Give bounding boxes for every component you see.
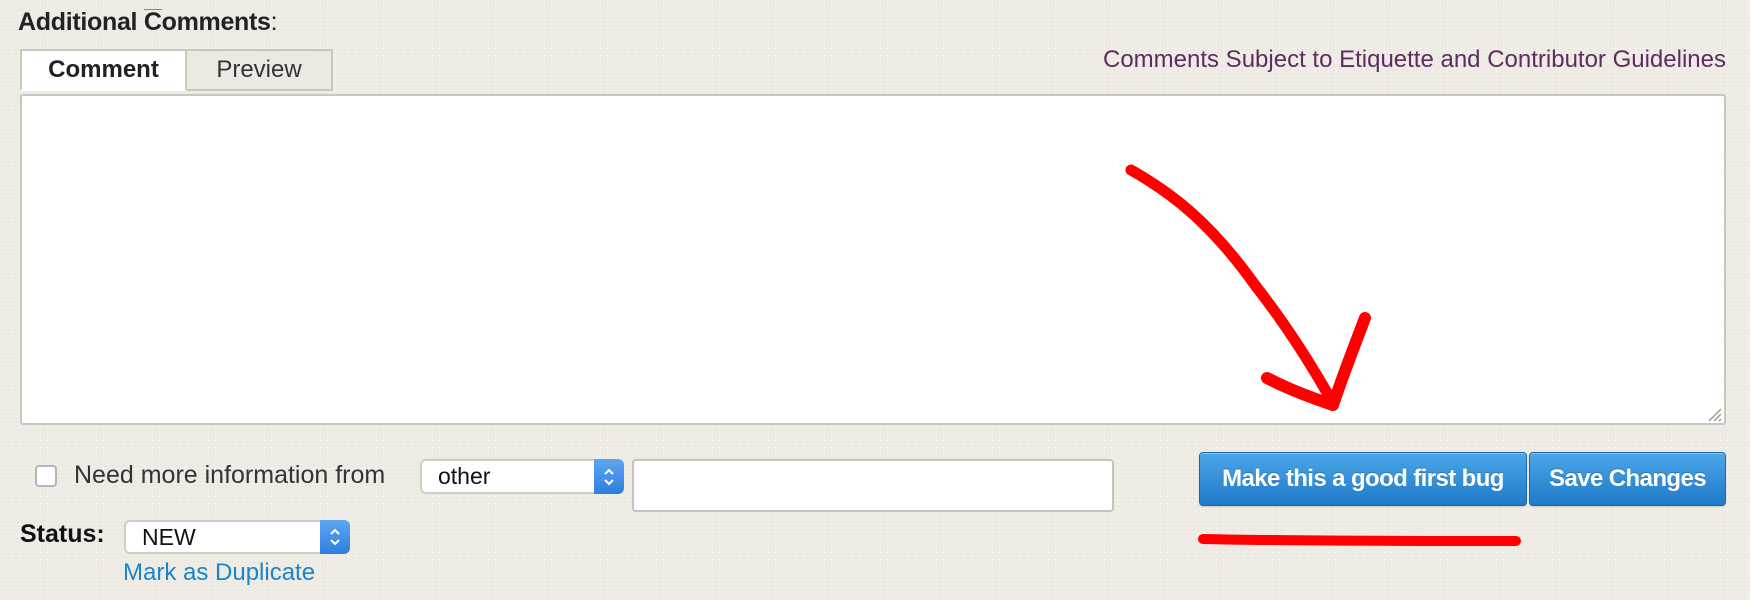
resize-grip-icon[interactable] [1704,404,1722,422]
heading-colon: : [270,8,278,36]
heading-part: omments [161,8,271,36]
needinfo-select-value: other [438,463,491,489]
additional-comments-heading: Additional Comments: [18,8,278,37]
tab-preview[interactable]: Preview [187,49,333,91]
heading-accesskey: C [143,8,162,36]
needinfo-select[interactable]: other [420,459,624,494]
up-down-chevron-icon [594,459,624,494]
needinfo-text-field[interactable] [632,459,1114,512]
needinfo-label: Need more information from [74,461,386,489]
mark-as-duplicate-link[interactable]: Mark as Duplicate [123,559,315,587]
status-label: Status: [20,520,105,548]
good-first-bug-button[interactable]: Make this a good first bug [1199,452,1527,506]
save-changes-button[interactable]: Save Changes [1529,452,1726,506]
up-down-chevron-icon [320,520,350,554]
comment-tabs: Comment Preview [20,49,333,93]
status-select-value: NEW [142,523,196,550]
guidelines-link[interactable]: Comments Subject to Etiquette and Contri… [1103,46,1726,74]
status-select[interactable]: NEW [124,520,350,554]
needinfo-checkbox[interactable] [35,465,57,487]
comment-textarea[interactable] [20,94,1726,425]
heading-part: Additional [18,8,144,36]
annotation-underline [1198,534,1521,546]
tab-comment[interactable]: Comment [20,49,187,91]
